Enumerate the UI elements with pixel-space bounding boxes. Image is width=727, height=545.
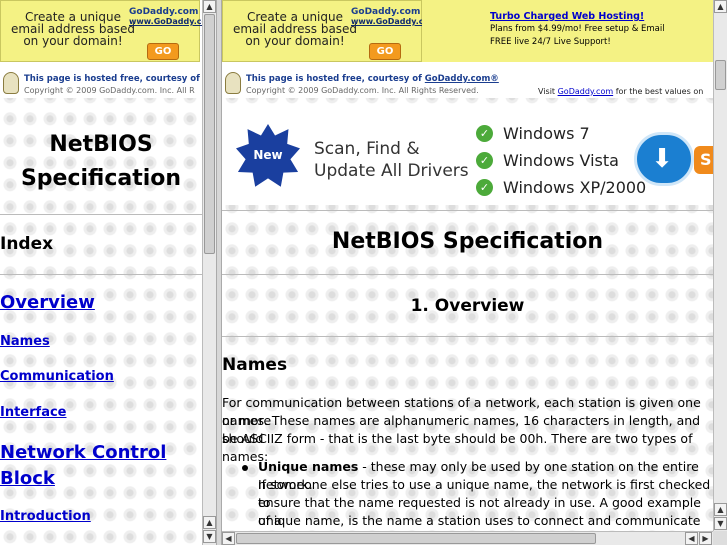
scroll-right-icon[interactable]: ▶ xyxy=(699,532,712,545)
bullet-dot xyxy=(242,465,248,471)
scroll-up-icon[interactable]: ▲ xyxy=(203,516,216,529)
hosted-prefix: This page is hosted free, courtesy of xyxy=(246,74,422,84)
hosted-text: This page is hosted free, courtesy of Go… xyxy=(246,74,499,84)
scroll-up-icon[interactable]: ▲ xyxy=(714,503,727,516)
divider xyxy=(222,210,713,211)
section-heading: 1. Overview xyxy=(410,296,525,316)
index-heading: Index xyxy=(0,234,54,254)
ad-line-3: on your domain! xyxy=(23,34,123,48)
check-icon: ✓ xyxy=(476,179,493,196)
godaddy-ad-banner-right[interactable]: Create a unique email address based on y… xyxy=(222,0,438,62)
bullet-title: Unique names xyxy=(258,459,359,474)
scroll-thumb[interactable] xyxy=(715,60,726,90)
page-title: NetBIOS Specification xyxy=(331,229,604,254)
right-vertical-scrollbar[interactable]: ▲ ▲ ▼ xyxy=(713,0,727,531)
right-frame: Create a unique email address based on y… xyxy=(222,0,713,531)
os-item: ✓ Windows Vista xyxy=(476,147,646,174)
logo-url: www.GoDaddy.com xyxy=(129,17,202,26)
scan-line-2: Update All Drivers xyxy=(314,161,469,181)
scroll-left-icon[interactable]: ◀ xyxy=(222,532,235,545)
os-label: Windows 7 xyxy=(503,124,590,143)
turbo-line-2: FREE live 24/7 Live Support! xyxy=(490,37,611,47)
godaddy-logo: GoDaddy.com www.GoDaddy.com xyxy=(129,7,202,26)
godaddy-logo: GoDaddy.com www.GoDaddy.com xyxy=(351,7,438,26)
godaddy-mascot-icon xyxy=(3,72,19,94)
check-icon: ✓ xyxy=(476,152,493,169)
hosted-prefix: This page is hosted free, courtesy of xyxy=(24,74,200,84)
download-arrow-icon: ⬇ xyxy=(651,144,673,174)
logo-text: GoDaddy.com xyxy=(129,7,199,17)
turbo-hosting-ad[interactable]: Turbo Charged Web Hosting! Plans from $4… xyxy=(490,10,710,49)
divider xyxy=(222,274,713,275)
scan-line-1: Scan, Find & xyxy=(314,139,420,159)
scroll-down-icon[interactable]: ▼ xyxy=(203,530,216,543)
left-frame: Create a unique email address based on y… xyxy=(0,0,202,545)
ad-line-3: on your domain! xyxy=(245,34,345,48)
divider xyxy=(0,274,202,275)
scan-button[interactable]: S xyxy=(694,146,713,174)
copyright-text: Copyright © 2009 GoDaddy.com. Inc. All R xyxy=(24,86,195,95)
bullet-line: unique name, is the name a station uses … xyxy=(258,513,701,528)
os-label: Windows Vista xyxy=(503,151,619,170)
logo-url: www.GoDaddy.com xyxy=(351,17,438,26)
subsection-heading: Names xyxy=(222,355,288,375)
scroll-up-icon[interactable]: ▲ xyxy=(203,0,216,13)
check-icon: ✓ xyxy=(476,125,493,142)
nav-link-block[interactable]: Block xyxy=(0,468,55,489)
scroll-up-icon[interactable]: ▲ xyxy=(714,0,727,13)
driver-update-ad[interactable]: New Scan, Find & Update All Drivers ✓ Win… xyxy=(222,112,713,205)
visit-suffix: for the best values on xyxy=(615,87,704,96)
left-vertical-scrollbar[interactable]: ▲ ▲ ▼ xyxy=(202,0,216,545)
nav-link-introduction[interactable]: Introduction xyxy=(0,509,91,524)
nav-link-overview[interactable]: Overview xyxy=(0,292,95,313)
scroll-thumb[interactable] xyxy=(236,533,596,544)
copyright-text: Copyright © 2009 GoDaddy.com. Inc. All R… xyxy=(246,86,479,95)
os-item: ✓ Windows XP/2000 xyxy=(476,174,646,201)
scrollbar-corner xyxy=(713,531,727,545)
scroll-left-icon[interactable]: ◀ xyxy=(685,532,698,545)
go-button[interactable]: GO xyxy=(147,43,179,60)
nav-link-communication[interactable]: Communication xyxy=(0,369,114,384)
os-item: ✓ Windows 7 xyxy=(476,120,646,147)
host-notice-right: This page is hosted free, courtesy of Go… xyxy=(222,68,713,98)
turbo-heading[interactable]: Turbo Charged Web Hosting! xyxy=(490,10,710,23)
nav-link-network-control[interactable]: Network Control xyxy=(0,442,166,463)
scroll-down-icon[interactable]: ▼ xyxy=(714,517,727,530)
godaddy-ad-banner-left[interactable]: Create a unique email address based on y… xyxy=(0,0,202,62)
os-list: ✓ Windows 7 ✓ Windows Vista ✓ Windows XP/20… xyxy=(476,120,646,201)
turbo-line-1: Plans from $4.99/mo! Free setup & Email xyxy=(490,24,665,34)
left-title-line-1: NetBIOS xyxy=(49,132,153,157)
os-label: Windows XP/2000 xyxy=(503,178,647,197)
hosted-text: This page is hosted free, courtesy of Go xyxy=(24,74,202,84)
nav-link-names[interactable]: Names xyxy=(0,334,50,349)
host-notice-left: This page is hosted free, courtesy of Go… xyxy=(0,68,202,98)
divider xyxy=(222,336,713,337)
logo-text: GoDaddy.com xyxy=(351,7,421,17)
ad-text: Create a unique email address based on y… xyxy=(9,11,137,47)
hosted-link[interactable]: GoDaddy.com® xyxy=(425,74,499,84)
horizontal-scrollbar[interactable]: ◀ ◀ ▶ xyxy=(222,531,713,545)
ad-text: Create a unique email address based on y… xyxy=(231,11,359,47)
go-button[interactable]: GO xyxy=(369,43,401,60)
scan-text: Scan, Find & Update All Drivers xyxy=(314,138,469,182)
scroll-thumb[interactable] xyxy=(204,14,215,254)
visit-link[interactable]: GoDaddy.com xyxy=(558,87,614,96)
visit-prefix: Visit xyxy=(538,87,556,96)
divider xyxy=(0,214,202,215)
new-badge-label: New xyxy=(253,148,283,162)
godaddy-mascot-icon xyxy=(225,72,241,94)
left-title-line-2: Specification xyxy=(20,166,182,191)
nav-link-interface[interactable]: Interface xyxy=(0,405,67,420)
visit-text: Visit GoDaddy.com for the best values on xyxy=(538,87,703,96)
